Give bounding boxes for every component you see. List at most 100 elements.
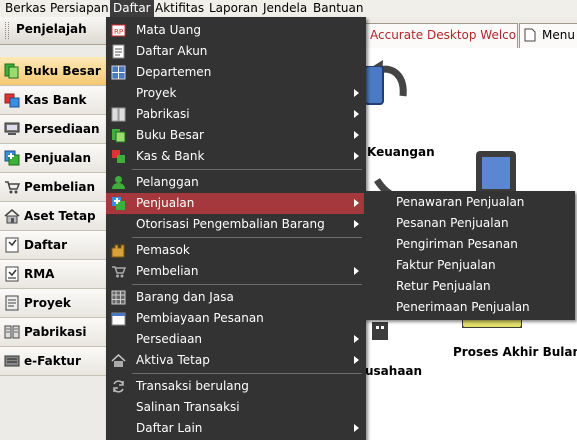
sidebar-item-label: Persediaan: [24, 122, 100, 136]
menu-item-label: Daftar Lain: [136, 421, 203, 435]
sales-icon: [4, 150, 20, 166]
building-icon: [372, 322, 388, 340]
submenu-arrow-icon: [354, 424, 359, 432]
sidebar-item-kas-bank[interactable]: Kas Bank: [0, 86, 109, 115]
sidebar-title: Penjelajah: [16, 22, 87, 36]
submenu-arrow-icon: [354, 89, 359, 97]
tab-welcome[interactable]: Accurate Desktop Welcome...: [364, 23, 518, 48]
tab-label: Accurate Desktop Welcome...: [370, 28, 517, 42]
menu-separator: [132, 284, 362, 285]
sidebar-item-pabrikasi[interactable]: Pabrikasi: [0, 318, 109, 347]
menu-item-salinan-transaksi[interactable]: Salinan Transaksi: [106, 397, 366, 418]
menu-item-label: Penawaran Penjualan: [396, 195, 525, 209]
cart-icon: [112, 266, 126, 278]
sidebar-item-label: Daftar: [24, 238, 68, 252]
menu-daftar[interactable]: Daftar: [110, 0, 154, 17]
sidebar-item-daftar[interactable]: Daftar: [0, 231, 109, 260]
sidebar-item-proyek[interactable]: Proyek: [0, 289, 109, 318]
sales-icon: [112, 197, 125, 210]
menu-item-proyek[interactable]: Proyek: [106, 83, 366, 104]
grip-handle[interactable]: [5, 22, 9, 39]
menu-separator: [132, 169, 362, 170]
submenu-item-pengiriman-pesanan[interactable]: Pengiriman Pesanan: [364, 234, 575, 255]
submenu-arrow-icon: [354, 152, 359, 160]
menu-item-kas-bank[interactable]: Kas & Bank: [106, 146, 366, 167]
submenu-arrow-icon: [354, 131, 359, 139]
menu-bantuan[interactable]: Bantuan: [310, 0, 366, 17]
factory-icon: [4, 325, 20, 339]
menu-item-label: Pembelian: [136, 264, 199, 278]
accounts-icon: [112, 44, 125, 59]
menu-item-label: Persediaan: [136, 332, 203, 346]
sidebar-item-label: Pabrikasi: [24, 325, 87, 339]
menu-item-label: Aktiva Tetap: [136, 353, 210, 367]
currency-icon: RP: [111, 24, 126, 37]
menu-item-mata-uang[interactable]: RP Mata Uang: [106, 20, 366, 41]
label-perusahaan[interactable]: usahaan: [365, 364, 422, 378]
menu-item-barang-dan-jasa[interactable]: Barang dan Jasa: [106, 287, 366, 308]
svg-text:RP: RP: [114, 28, 123, 36]
sidebar-item-penjualan[interactable]: Penjualan: [0, 144, 109, 173]
submenu-item-penawaran-penjualan[interactable]: Penawaran Penjualan: [364, 192, 575, 213]
explorer-sidebar: Penjelajah Buku Besar Kas Bank Persediaa…: [0, 17, 111, 440]
sidebar-item-label: Buku Besar: [24, 64, 101, 78]
menu-separator: [132, 237, 362, 238]
menu-jendela[interactable]: Jendela: [260, 0, 310, 17]
menu-item-label: Kas & Bank: [136, 149, 205, 163]
factory-icon: [111, 107, 126, 122]
menu-item-pelanggan[interactable]: Pelanggan: [106, 172, 366, 193]
menu-item-label: Pabrikasi: [136, 107, 190, 121]
menu-item-label: Daftar Akun: [136, 44, 208, 58]
label-proses-akhir-bulan[interactable]: Proses Akhir Bulan: [453, 345, 577, 359]
sidebar-item-rma[interactable]: RMA: [0, 260, 109, 289]
menu-item-pabrikasi[interactable]: Pabrikasi: [106, 104, 366, 125]
menu-item-daftar-lain[interactable]: Daftar Lain: [106, 418, 366, 439]
sidebar-item-e-faktur[interactable]: e-Faktur: [0, 347, 109, 376]
submenu-item-retur-penjualan[interactable]: Retur Penjualan: [364, 276, 575, 297]
list-icon: [5, 237, 19, 253]
menu-persiapan[interactable]: Persiapan: [47, 0, 112, 17]
menu-item-penjualan[interactable]: Penjualan: [106, 193, 366, 214]
menu-item-buku-besar[interactable]: Buku Besar: [106, 125, 366, 146]
menu-item-label: Pengiriman Pesanan: [396, 237, 518, 251]
ledger-icon: [112, 129, 126, 143]
menu-item-pembiayaan-pesanan[interactable]: Pembiayaan Pesanan: [106, 308, 366, 329]
menu-item-label: Pelanggan: [136, 175, 199, 189]
menu-item-label: Penerimaan Penjualan: [396, 300, 530, 314]
submenu-arrow-icon: [354, 356, 359, 364]
menu-item-transaksi-berulang[interactable]: Transaksi berulang: [106, 376, 366, 397]
menu-item-label: Mata Uang: [136, 23, 201, 37]
menu-aktifitas[interactable]: Aktifitas: [152, 0, 207, 17]
menu-berkas[interactable]: Berkas: [2, 0, 49, 17]
menu-item-persediaan[interactable]: Persediaan: [106, 329, 366, 350]
menu-item-pemasok[interactable]: Pemasok: [106, 240, 366, 261]
daftar-dropdown-menu: RP Mata Uang Daftar Akun Departemen Proy…: [106, 17, 366, 440]
sidebar-item-buku-besar[interactable]: Buku Besar: [0, 57, 109, 86]
menu-item-label: Pemasok: [136, 243, 190, 257]
sidebar-item-pembelian[interactable]: Pembelian: [0, 173, 109, 202]
menu-bar: Berkas Persiapan Daftar Aktifitas Lapora…: [0, 0, 577, 18]
rma-icon: [5, 266, 19, 282]
menu-item-daftar-akun[interactable]: Daftar Akun: [106, 41, 366, 62]
tab-menu[interactable]: Menu F: [519, 23, 577, 48]
submenu-item-penerimaan-penjualan[interactable]: Penerimaan Penjualan: [364, 297, 575, 318]
sidebar-item-label: Pembelian: [24, 180, 96, 194]
menu-item-pembelian[interactable]: Pembelian: [106, 261, 366, 282]
menu-item-departemen[interactable]: Departemen: [106, 62, 366, 83]
menu-laporan[interactable]: Laporan: [206, 0, 261, 17]
supplier-icon: [111, 244, 125, 258]
finance-illustration[interactable]: [365, 66, 385, 106]
submenu-arrow-icon: [354, 267, 359, 275]
menu-item-label: Pembiayaan Pesanan: [136, 311, 264, 325]
sidebar-item-aset-tetap[interactable]: Aset Tetap: [0, 202, 109, 231]
document-icon: [524, 28, 536, 42]
submenu-item-faktur-penjualan[interactable]: Faktur Penjualan: [364, 255, 575, 276]
customer-icon: [112, 176, 125, 189]
sidebar-item-label: Kas Bank: [24, 93, 87, 107]
menu-item-aktiva-tetap[interactable]: Aktiva Tetap: [106, 350, 366, 371]
menu-item-label: Buku Besar: [136, 128, 204, 142]
sidebar-item-persediaan[interactable]: Persediaan: [0, 115, 109, 144]
menu-item-otorisasi-pengembalian-barang[interactable]: Otorisasi Pengembalian Barang: [106, 214, 366, 235]
submenu-item-pesanan-penjualan[interactable]: Pesanan Penjualan: [364, 213, 575, 234]
menu-item-label: Salinan Transaksi: [136, 400, 240, 414]
